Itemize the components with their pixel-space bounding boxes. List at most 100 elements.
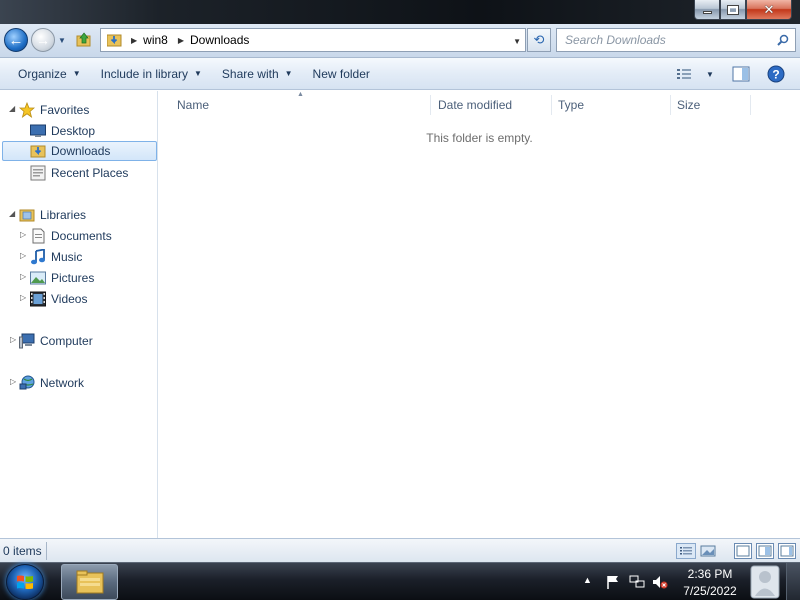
maximize-button[interactable] — [720, 0, 746, 20]
preview-pane-button[interactable] — [732, 66, 750, 82]
collapse-arrow-icon[interactable]: ▷ — [20, 230, 26, 239]
share-with-button[interactable]: Share with ▼ — [212, 62, 303, 86]
details-view-icon — [680, 547, 692, 555]
up-folder-button[interactable] — [76, 32, 92, 48]
minimize-icon — [702, 11, 712, 14]
documents-icon — [32, 228, 45, 244]
refresh-button[interactable]: ⟲ — [527, 28, 551, 52]
organize-label: Organize — [18, 66, 67, 81]
large-icons-view-button[interactable] — [698, 543, 718, 559]
taskbar-explorer-button[interactable] — [61, 564, 118, 600]
file-list[interactable]: ▲ Name Date modified Type Size This fold… — [159, 91, 800, 538]
status-divider — [46, 542, 47, 560]
column-header-type[interactable]: Type — [552, 95, 671, 115]
empty-folder-message: This folder is empty. — [426, 131, 533, 145]
status-bar: 0 items — [0, 538, 800, 562]
nav-network[interactable]: Network — [19, 373, 84, 393]
collapse-arrow-icon[interactable]: ▷ — [20, 272, 26, 281]
search-input[interactable] — [557, 29, 767, 51]
libraries-icon — [19, 209, 35, 222]
network-tray-icon[interactable] — [629, 575, 645, 589]
close-button[interactable]: ✕ — [746, 0, 792, 20]
collapse-arrow-icon[interactable]: ▷ — [10, 335, 16, 344]
forward-button[interactable]: → — [31, 28, 55, 52]
star-icon — [19, 102, 35, 118]
music-icon — [31, 249, 45, 265]
nav-label: Videos — [51, 292, 88, 306]
nav-pictures[interactable]: Pictures — [30, 268, 94, 288]
collapse-arrow-icon[interactable]: ▷ — [10, 377, 16, 386]
nav-recent-places[interactable]: Recent Places — [30, 163, 128, 183]
command-bar: Organize ▼ Include in library ▼ Share wi… — [0, 58, 800, 90]
minimize-button[interactable] — [694, 0, 720, 20]
flag-icon[interactable] — [605, 575, 621, 589]
clock-date[interactable]: 7/25/2022 — [670, 584, 750, 598]
change-view-button[interactable]: ▼ — [676, 66, 718, 82]
back-button[interactable]: ← — [4, 28, 28, 52]
start-button[interactable] — [6, 564, 44, 600]
column-header-label: Size — [677, 98, 701, 112]
recent-places-icon — [30, 165, 46, 181]
layout-button-2[interactable] — [756, 543, 774, 559]
breadcrumb-downloads[interactable]: Downloads — [190, 33, 249, 47]
column-header-size[interactable]: Size — [671, 95, 751, 115]
close-icon: ✕ — [763, 1, 775, 17]
expand-arrow-icon[interactable]: ◢ — [9, 209, 15, 218]
address-bar[interactable]: ▶ win8 ▶ Downloads ▼ — [100, 28, 526, 52]
clock-time[interactable]: 2:36 PM — [670, 567, 750, 581]
user-avatar-icon[interactable] — [750, 565, 780, 599]
layout-icon — [758, 545, 772, 557]
organize-button[interactable]: Organize ▼ — [8, 62, 91, 86]
nav-libraries[interactable]: Libraries — [19, 205, 86, 225]
svg-text:?: ? — [772, 68, 779, 82]
maximize-icon — [727, 4, 739, 15]
nav-favorites[interactable]: Favorites — [19, 100, 89, 120]
nav-videos[interactable]: Videos — [30, 289, 87, 309]
nav-label: Pictures — [51, 271, 95, 285]
search-box[interactable] — [556, 28, 796, 52]
collapse-arrow-icon[interactable]: ▷ — [20, 251, 26, 260]
share-with-label: Share with — [221, 66, 279, 81]
show-desktop-button[interactable] — [786, 563, 800, 600]
chevron-down-icon[interactable]: ▼ — [706, 70, 714, 79]
nav-music[interactable]: Music — [30, 247, 82, 267]
thumbnail-view-icon — [700, 545, 716, 557]
nav-label: Libraries — [40, 208, 87, 222]
layout-button-3[interactable] — [778, 543, 796, 559]
windows-logo-icon — [17, 575, 33, 590]
nav-downloads[interactable]: Downloads — [2, 141, 157, 161]
title-bar[interactable]: ✕ — [0, 0, 800, 24]
collapse-arrow-icon[interactable]: ▷ — [20, 293, 26, 302]
breadcrumb-win8[interactable]: win8 — [143, 33, 168, 47]
help-icon[interactable]: ? — [767, 65, 785, 83]
breadcrumb-arrow-icon[interactable]: ▶ — [178, 36, 184, 45]
nav-label: Music — [51, 250, 83, 264]
search-icon[interactable] — [777, 34, 789, 46]
nav-computer[interactable]: Computer — [19, 331, 93, 351]
details-view-button[interactable] — [676, 543, 696, 559]
layout-button-1[interactable] — [734, 543, 752, 559]
chevron-down-icon: ▼ — [284, 69, 293, 78]
show-hidden-icons-icon[interactable]: ▲ — [583, 575, 599, 589]
volume-muted-icon[interactable] — [652, 575, 668, 589]
navigation-pane: ◢ Favorites Desktop Downloads Recent Pla… — [0, 91, 158, 538]
chevron-down-icon: ▼ — [72, 69, 81, 78]
nav-documents[interactable]: Documents — [30, 226, 112, 246]
breadcrumb-arrow-icon[interactable]: ▶ — [131, 36, 137, 45]
recent-pages-dropdown[interactable]: ▼ — [58, 36, 66, 45]
include-in-library-button[interactable]: Include in library ▼ — [91, 62, 212, 86]
column-header-date-modified[interactable]: Date modified — [432, 95, 552, 115]
new-folder-button[interactable]: New folder — [303, 62, 380, 86]
folder-up-icon — [76, 32, 91, 47]
preview-pane-icon — [732, 66, 750, 82]
address-row: ← → ▼ ▶ win8 ▶ Downloads ▼ ⟲ — [0, 24, 800, 58]
taskbar: ▲ 2:36 PM 7/25/2022 — [0, 562, 800, 600]
nav-desktop[interactable]: Desktop — [30, 121, 95, 141]
address-dropdown-icon[interactable]: ▼ — [513, 37, 521, 46]
expand-arrow-icon[interactable]: ◢ — [9, 104, 15, 113]
column-header-name[interactable]: Name — [171, 95, 431, 115]
nav-label: Network — [40, 376, 85, 390]
chevron-down-icon: ▼ — [194, 69, 202, 78]
new-folder-label: New folder — [312, 66, 370, 81]
downloads-folder-icon — [107, 34, 122, 47]
